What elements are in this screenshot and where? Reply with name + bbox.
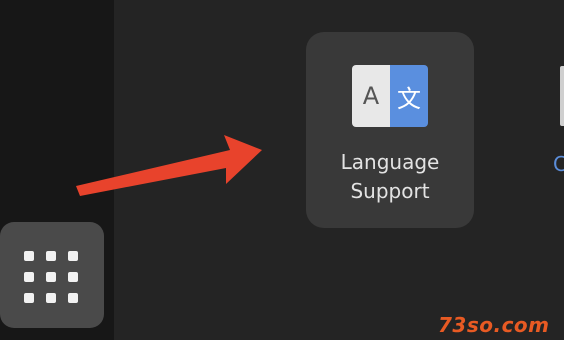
red-pointer-arrow <box>76 135 262 196</box>
watermark-text: 73so.com <box>438 313 550 337</box>
